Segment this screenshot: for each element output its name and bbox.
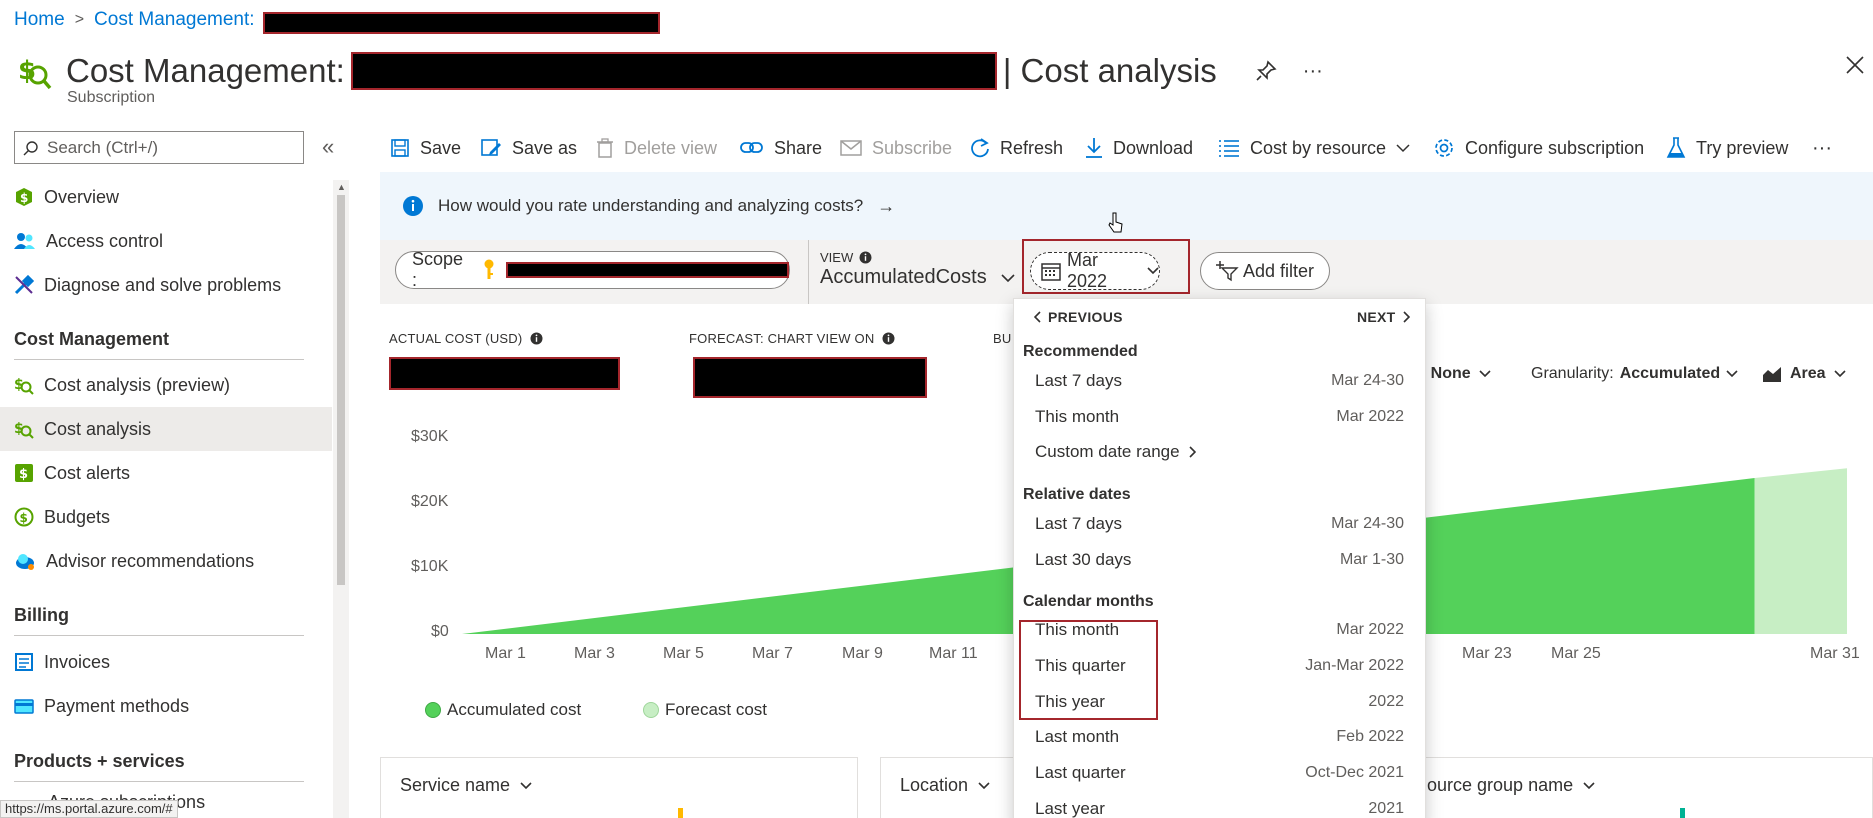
service-name-selector[interactable]: Service name [400, 775, 532, 796]
x-tick: Mar 3 [574, 645, 615, 662]
x-tick: Mar 25 [1551, 645, 1601, 662]
section-relative-dates: Relative dates [1023, 486, 1131, 503]
legend-swatch [678, 808, 683, 818]
chevron-right-icon [1402, 311, 1410, 323]
x-tick: Mar 11 [929, 645, 978, 662]
legend-swatch [1680, 808, 1685, 818]
resource-group-selector[interactable]: ource group name [1427, 775, 1595, 796]
option-cal-last-year[interactable]: Last year 2021 [1013, 793, 1426, 818]
section-recommended: Recommended [1023, 343, 1138, 360]
area-series-forecast[interactable] [1754, 468, 1847, 634]
next-period-button[interactable]: NEXT [1357, 309, 1410, 325]
section-calendar-months: Calendar months [1023, 593, 1154, 610]
x-tick: Mar 9 [842, 645, 883, 662]
legend-accumulated[interactable]: Accumulated cost [425, 700, 581, 720]
x-tick: Mar 1 [485, 645, 526, 662]
chevron-down-icon [978, 781, 990, 790]
x-tick: Mar 5 [663, 645, 704, 662]
y-tick: $10K [411, 558, 449, 575]
legend-swatch [425, 702, 441, 718]
x-tick: Mar 7 [752, 645, 793, 662]
option-cal-last-quarter[interactable]: Last quarter Oct-Dec 2021 [1013, 757, 1426, 791]
previous-period-button[interactable]: PREVIOUS [1034, 309, 1123, 325]
option-cal-last-month[interactable]: Last month Feb 2022 [1013, 721, 1426, 755]
chevron-right-icon [1188, 446, 1196, 458]
y-tick: $0 [431, 623, 449, 640]
calendar-options-highlight [1019, 620, 1158, 720]
chevron-down-icon [1583, 781, 1595, 790]
legend-swatch [643, 702, 659, 718]
location-selector[interactable]: Location [900, 775, 990, 796]
cost-chart [462, 468, 1847, 634]
y-tick: $30K [411, 428, 449, 445]
option-rel-last-30-days[interactable]: Last 30 days Mar 1-30 [1013, 544, 1426, 578]
x-tick: Mar 31 [1810, 645, 1860, 662]
legend-forecast[interactable]: Forecast cost [643, 700, 767, 720]
x-tick: Mar 23 [1462, 645, 1512, 662]
chevron-down-icon [520, 781, 532, 790]
chevron-left-icon [1034, 311, 1042, 323]
option-rel-last-7-days[interactable]: Last 7 days Mar 24-30 [1013, 508, 1426, 542]
option-custom-date-range[interactable]: Custom date range [1013, 436, 1426, 470]
option-rec-last-7-days[interactable]: Last 7 days Mar 24-30 [1013, 365, 1426, 399]
option-rec-this-month[interactable]: This month Mar 2022 [1013, 401, 1426, 435]
y-tick: $20K [411, 493, 449, 510]
